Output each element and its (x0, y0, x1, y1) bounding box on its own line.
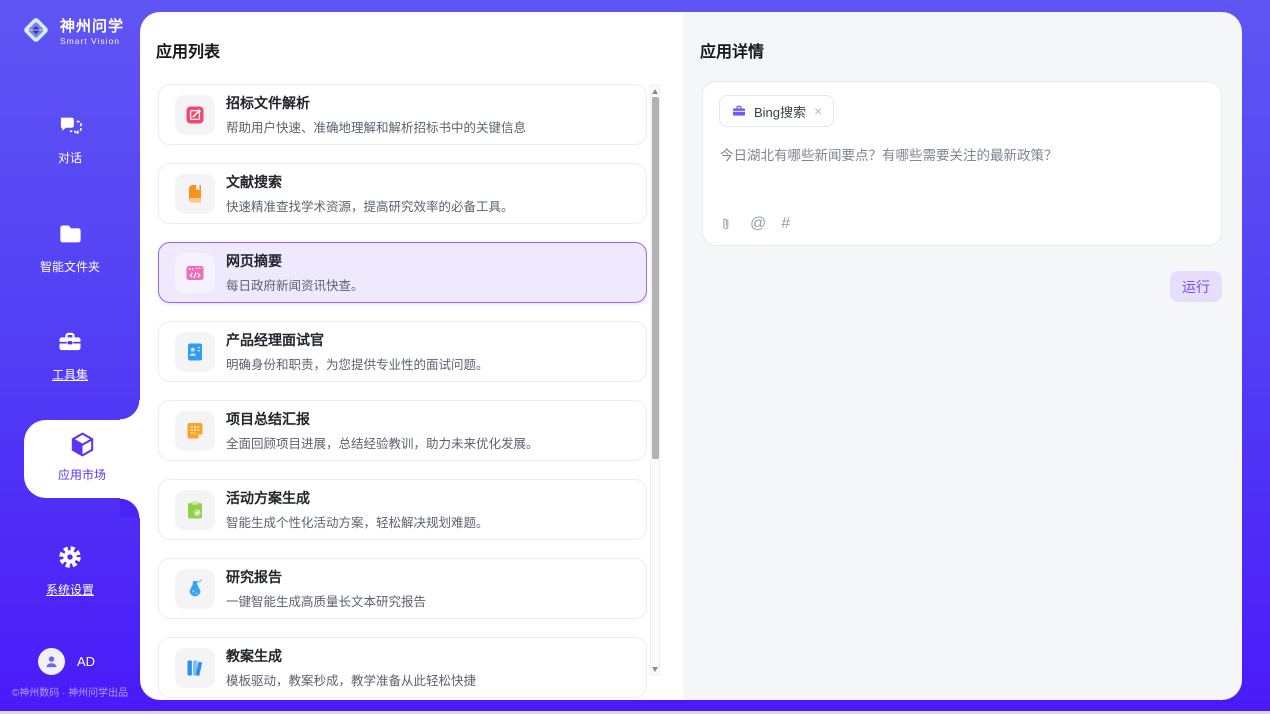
logo-diamond-icon (20, 14, 52, 46)
sidebar: 神州问学 Smart Vision 对话 智能文件夹 工具集 应用市场 (0, 0, 140, 714)
app-card-web-summary[interactable]: 网页摘要 每日政府新闻资讯快查。 (158, 242, 647, 303)
app-card-research-report[interactable]: 研究报告 一键智能生成高质量长文本研究报告 (158, 558, 647, 619)
app-icon-tile (175, 95, 215, 135)
app-icon-tile (175, 332, 215, 372)
chat-icon (57, 112, 84, 139)
note-icon (184, 420, 206, 442)
app-icon-tile (175, 569, 215, 609)
flask-icon (184, 578, 206, 600)
app-list-title: 应用列表 (156, 38, 220, 62)
hash-icon[interactable]: # (781, 215, 790, 233)
scrollbar-thumb[interactable] (652, 97, 659, 459)
app-name: 项目总结汇报 (226, 409, 539, 429)
folder-icon (57, 221, 84, 248)
app-icon-tile (175, 648, 215, 688)
prompt-input[interactable]: 今日湖北有哪些新闻要点？有哪些需要关注的最新政策？ (720, 146, 1205, 166)
sidebar-item-label: 智能文件夹 (0, 258, 140, 275)
browser-code-icon (184, 262, 206, 284)
app-name: 活动方案生成 (226, 488, 489, 508)
book-icon (184, 183, 206, 205)
toolbox-icon (56, 328, 84, 356)
cube-icon (68, 430, 97, 459)
app-name: 招标文件解析 (226, 93, 526, 113)
app-icon-tile (175, 253, 215, 293)
app-desc: 智能生成个性化活动方案，轻松解决规划难题。 (226, 512, 489, 531)
briefcase-icon (731, 103, 747, 119)
logo-title: 神州问学 (60, 15, 124, 36)
mention-icon[interactable]: @ (750, 215, 766, 233)
run-button[interactable]: 运行 (1170, 271, 1222, 302)
sidebar-item-smart-folder[interactable]: 智能文件夹 (0, 221, 140, 275)
app-desc: 快速精准查找学术资源，提高研究效率的必备工具。 (226, 196, 514, 215)
app-list-panel: 应用列表 招标文件解析 帮助用户快速、准确地理解和解析招标书中的关键信息 (140, 12, 683, 700)
list-scrollbar[interactable] (650, 84, 660, 676)
app-icon-tile (175, 490, 215, 530)
prompt-card: Bing搜索 × 今日湖北有哪些新闻要点？有哪些需要关注的最新政策？ @ # (702, 81, 1222, 246)
app-desc: 模板驱动，教案秒成，教学准备从此轻松快捷 (226, 670, 476, 689)
app-card-pm-interviewer[interactable]: 产品经理面试官 明确身份和职责，为您提供专业性的面试问题。 (158, 321, 647, 382)
app-desc: 明确身份和职责，为您提供专业性的面试问题。 (226, 354, 489, 373)
person-icon (43, 653, 60, 670)
app-icon-tile (175, 411, 215, 451)
app-name: 研究报告 (226, 567, 426, 587)
sidebar-item-label: 对话 (0, 149, 140, 166)
sidebar-item-label: 应用市场 (24, 466, 140, 483)
app-card-project-summary[interactable]: 项目总结汇报 全面回顾项目进展，总结经验教训，助力未来优化发展。 (158, 400, 647, 461)
app-card-bid-analysis[interactable]: 招标文件解析 帮助用户快速、准确地理解和解析招标书中的关键信息 (158, 84, 647, 145)
logo-subtitle: Smart Vision (60, 36, 124, 46)
app-desc: 帮助用户快速、准确地理解和解析招标书中的关键信息 (226, 117, 526, 136)
app-desc: 全面回顾项目进展，总结经验教训，助力未来优化发展。 (226, 433, 539, 452)
sidebar-item-toolset[interactable]: 工具集 (0, 328, 140, 383)
app-card-literature-search[interactable]: 文献搜索 快速精准查找学术资源，提高研究效率的必备工具。 (158, 163, 647, 224)
sidebar-item-label: 工具集 (0, 366, 140, 383)
gear-icon (56, 543, 84, 571)
app-desc: 每日政府新闻资讯快查。 (226, 275, 364, 294)
copyright-footer: ©神州数码 · 神州问学出品 (0, 684, 140, 699)
app-logo: 神州问学 Smart Vision (20, 14, 124, 46)
app-card-event-plan[interactable]: 活动方案生成 智能生成个性化活动方案，轻松解决规划难题。 (158, 479, 647, 540)
user-account[interactable]: AD (38, 648, 95, 675)
app-detail-title: 应用详情 (700, 38, 764, 62)
scroll-down-icon[interactable] (651, 664, 659, 674)
edit-square-icon (184, 104, 206, 126)
sidebar-item-chat[interactable]: 对话 (0, 112, 140, 166)
app-list: 招标文件解析 帮助用户快速、准确地理解和解析招标书中的关键信息 文献搜索 快速精… (158, 84, 647, 700)
paperclip-icon[interactable] (720, 216, 735, 233)
app-detail-panel: 应用详情 Bing搜索 × 今日湖北有哪些新闻要点？有哪些需要关注的最新政策？ (683, 12, 1242, 700)
app-icon-tile (175, 174, 215, 214)
books-icon (184, 657, 206, 679)
avatar (38, 648, 65, 675)
app-name: 教案生成 (226, 646, 476, 666)
user-name: AD (77, 654, 95, 669)
app-card-lesson-plan[interactable]: 教案生成 模板驱动，教案秒成，教学准备从此轻松快捷 (158, 637, 647, 698)
sidebar-item-app-market[interactable]: 应用市场 (24, 420, 140, 498)
clipboard-check-icon (184, 499, 206, 521)
sidebar-item-label: 系统设置 (0, 581, 140, 598)
sidebar-item-settings[interactable]: 系统设置 (0, 543, 140, 598)
input-toolbar: @ # (720, 215, 790, 233)
app-name: 网页摘要 (226, 251, 364, 271)
app-desc: 一键智能生成高质量长文本研究报告 (226, 591, 426, 610)
app-name: 产品经理面试官 (226, 330, 489, 350)
content-area: 应用列表 招标文件解析 帮助用户快速、准确地理解和解析招标书中的关键信息 (140, 12, 1242, 700)
app-name: 文献搜索 (226, 172, 514, 192)
scroll-up-icon[interactable] (651, 86, 659, 96)
tool-chip-label: Bing搜索 (754, 102, 806, 121)
resume-icon (184, 341, 206, 363)
close-icon[interactable]: × (813, 104, 823, 118)
tool-chip-bing-search[interactable]: Bing搜索 × (719, 95, 834, 127)
